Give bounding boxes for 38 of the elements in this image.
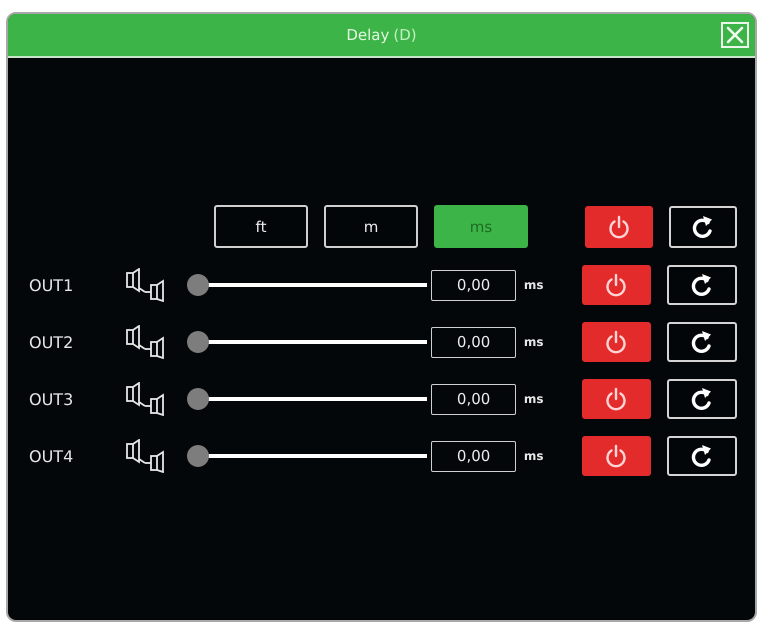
unit-label: ms <box>524 278 545 292</box>
power-button[interactable] <box>582 379 652 419</box>
power-button[interactable] <box>582 265 652 305</box>
delay-value-field[interactable]: 0,00 <box>431 326 516 358</box>
shortcut-hint: (D) <box>393 26 417 44</box>
power-icon <box>605 273 628 297</box>
channel-label: OUT2 <box>28 332 74 352</box>
reset-button[interactable] <box>667 379 737 419</box>
reset-button[interactable] <box>667 436 737 476</box>
power-icon <box>608 214 630 238</box>
unit-button[interactable]: ft <box>214 205 308 248</box>
close-icon <box>725 25 745 45</box>
power-icon <box>605 444 628 468</box>
slider-thumb[interactable] <box>186 388 209 410</box>
channel-label: OUT3 <box>28 390 74 408</box>
unit-button[interactable]: m <box>324 205 418 248</box>
unit-label: ms <box>524 335 545 349</box>
slider-thumb[interactable] <box>186 331 209 353</box>
power-all-button[interactable] <box>585 206 653 248</box>
channel-label: OUT1 <box>28 276 74 294</box>
delay-value-field[interactable]: 0,00 <box>431 384 516 414</box>
delay-value-field[interactable]: 0,00 <box>431 440 516 472</box>
slider-thumb[interactable] <box>186 274 209 296</box>
slider-thumb[interactable] <box>186 445 209 467</box>
unit-label: ms <box>524 392 545 406</box>
reset-button[interactable] <box>667 265 737 305</box>
reset-button[interactable] <box>667 322 737 362</box>
power-button[interactable] <box>582 436 652 476</box>
delay-value-field[interactable]: 0,00 <box>431 270 516 300</box>
window-title: Delay <box>346 26 390 44</box>
reset-all-button[interactable] <box>669 206 737 248</box>
power-icon <box>605 330 628 354</box>
rotate-arrow-icon <box>691 214 715 240</box>
channel-label: OUT4 <box>28 446 74 466</box>
power-button[interactable] <box>582 322 652 362</box>
close-button[interactable] <box>721 22 749 48</box>
unit-label: ms <box>524 449 545 463</box>
power-icon <box>605 387 628 411</box>
